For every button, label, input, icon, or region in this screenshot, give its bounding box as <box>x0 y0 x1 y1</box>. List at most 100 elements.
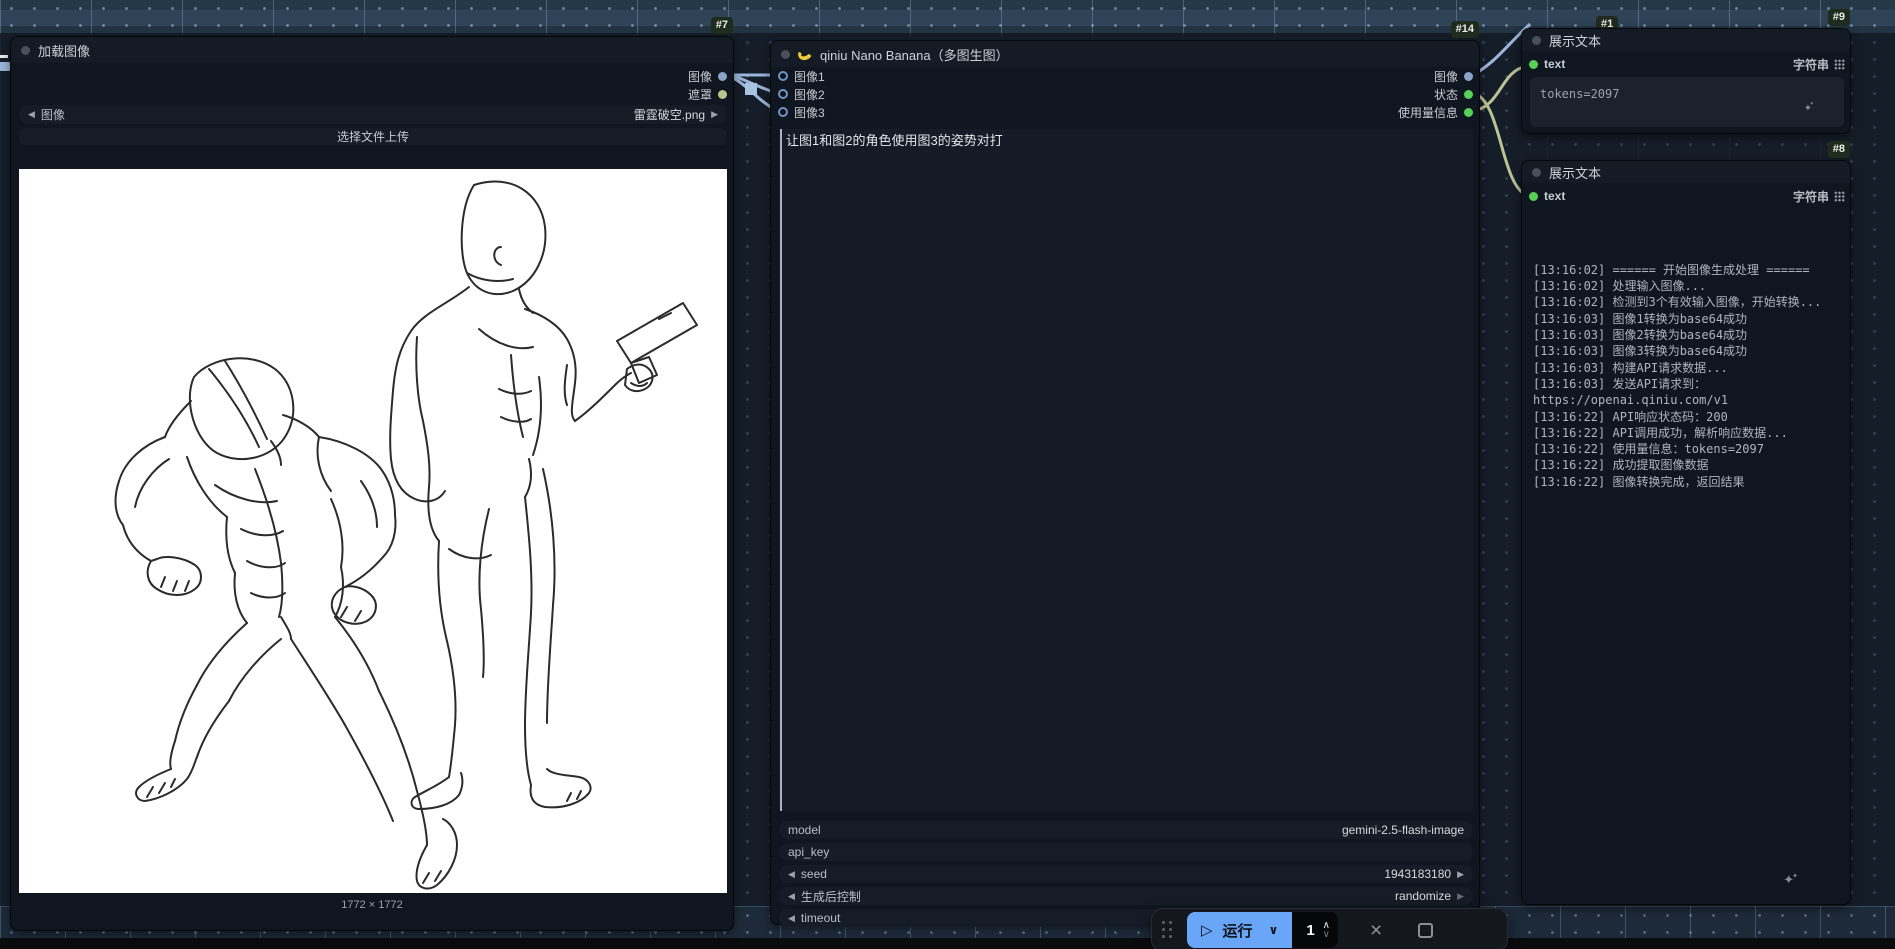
pose-drawing <box>114 180 698 890</box>
slot-label: 使用量信息 <box>1397 105 1458 120</box>
widget-label: 生成后控制 <box>800 889 861 904</box>
play-icon: ▷ <box>1201 922 1213 939</box>
input-socket-icon[interactable] <box>778 89 788 99</box>
increment-icon[interactable]: ▶ <box>1457 869 1464 880</box>
widget-label: model <box>788 823 821 837</box>
type-label-text: 字符串 <box>1792 189 1829 204</box>
log-line: [13:16:22] 图像转换完成，返回结果 <box>1533 474 1745 489</box>
cancel-button[interactable]: × <box>1370 920 1382 941</box>
batch-count-stepper[interactable]: ∧ ∨ <box>1323 921 1330 940</box>
input-slot-image2[interactable]: 图像2 <box>778 85 825 103</box>
node-canvas[interactable]: #1 #7 加载图像 图像 遮罩 ◀ 图像 雷霆破空.png ▶ 选择文件上传 <box>0 0 1895 949</box>
input-slot-image3[interactable]: 图像3 <box>778 103 825 121</box>
chevron-down-icon[interactable]: ∨ <box>1269 923 1279 937</box>
combo-label: 图像 <box>40 108 65 122</box>
stop-button[interactable] <box>1418 922 1434 938</box>
log-line: [13:16:02] ====== 开始图像生成处理 ====== <box>1533 262 1810 277</box>
slot-label: text <box>1544 57 1566 71</box>
input-slot-image1[interactable]: 图像1 <box>778 67 825 85</box>
node-title-bar[interactable]: qiniu Nano Banana（多图生图） <box>771 41 1479 67</box>
output-slot-usage[interactable]: 使用量信息 <box>1398 103 1473 121</box>
combo-prev-icon[interactable]: ◀ <box>28 109 35 120</box>
type-label: 字符串 <box>1793 188 1845 205</box>
step-down-icon[interactable]: ∨ <box>1323 930 1330 940</box>
widget-label: timeout <box>800 911 841 925</box>
image-socket-icon[interactable] <box>1464 71 1473 81</box>
slot-label: 状态 <box>1433 87 1458 102</box>
node-title-text: 加载图像 <box>38 43 91 59</box>
log-line: [13:16:22] API调用成功，解析响应数据... <box>1533 425 1788 440</box>
input-slot-text[interactable]: text 字符串 <box>1529 55 1845 73</box>
tokens-value: tokens=2097 <box>1540 87 1620 101</box>
edge-link-sliver <box>0 55 8 58</box>
seed-widget[interactable]: ◀ seed 1943183180 ▶ <box>779 865 1473 883</box>
widget-value: gemini-2.5-flash-image <box>1341 823 1464 837</box>
node-nano-banana[interactable]: #14 qiniu Nano Banana（多图生图） 图像1 图像2 图像3 … <box>770 21 1480 927</box>
increment-icon[interactable]: ▶ <box>1457 891 1464 902</box>
string-socket-icon[interactable] <box>1464 107 1473 117</box>
type-label-text: 字符串 <box>1792 57 1829 72</box>
node-id-badge: #14 <box>1450 21 1479 38</box>
image-size-label: 1772 × 1772 <box>341 899 403 911</box>
run-toolbar[interactable]: ▷ 运行 ∨ 1 ∧ ∨ × <box>1151 908 1508 949</box>
node-title-text: qiniu Nano Banana（多图生图） <box>820 47 1009 63</box>
string-socket-icon[interactable] <box>1464 89 1473 99</box>
input-slot-text[interactable]: text 字符串 <box>1529 187 1845 205</box>
output-slot-mask[interactable]: 遮罩 <box>688 85 727 103</box>
slot-label: 图像 <box>1433 69 1458 84</box>
node-title-text: 展示文本 <box>1549 165 1602 181</box>
string-socket-icon[interactable] <box>1529 191 1538 201</box>
image-socket-icon[interactable] <box>718 71 727 81</box>
node-title-bar[interactable]: 加载图像 <box>11 37 733 63</box>
decrement-icon[interactable]: ◀ <box>788 869 795 880</box>
run-button[interactable]: ▷ 运行 ∨ <box>1187 912 1293 948</box>
widget-value: randomize <box>1395 889 1452 903</box>
image-preview <box>19 169 727 893</box>
slot-label: 遮罩 <box>687 87 712 102</box>
log-line: [13:16:22] 成功提取图像数据 <box>1533 458 1709 473</box>
string-socket-icon[interactable] <box>1529 59 1538 69</box>
input-socket-icon[interactable] <box>778 107 788 117</box>
link-midpoint-dot[interactable] <box>745 83 757 95</box>
batch-count-box[interactable]: 1 ∧ ∨ <box>1292 912 1338 948</box>
collapse-dot-icon[interactable] <box>781 49 790 59</box>
prompt-text: 让图1和图2的角色使用图3的姿势对打 <box>786 133 1003 148</box>
upload-file-button[interactable]: 选择文件上传 <box>19 128 727 145</box>
output-slot-status[interactable]: 状态 <box>1434 85 1473 103</box>
type-label: 字符串 <box>1793 56 1845 73</box>
drag-handle-icon[interactable] <box>1162 921 1173 939</box>
node-title-bar[interactable]: 展示文本 <box>1522 161 1850 183</box>
sparkle-icon: ✦ <box>1783 872 1800 888</box>
output-slot-image[interactable]: 图像 <box>688 67 727 85</box>
log-line: [13:16:22] API响应状态码：200 <box>1533 409 1728 424</box>
control-after-generate-widget[interactable]: ◀ 生成后控制 randomize ▶ <box>779 887 1473 905</box>
node-show-text-log[interactable]: #8 展示文本 text 字符串 [13:16:02] ====== 开始图像生… <box>1521 141 1851 905</box>
node-show-text-tokens[interactable]: #9 展示文本 text 字符串 tokens=2097 ✦ <box>1521 9 1851 134</box>
sparkle-icon: ✦ <box>1804 100 1816 115</box>
image-file-combo[interactable]: ◀ 图像 雷霆破空.png ▶ <box>19 105 727 124</box>
combo-next-icon[interactable]: ▶ <box>711 109 718 120</box>
api-key-widget[interactable]: api_key <box>779 843 1473 861</box>
widget-value: 1943183180 <box>1384 867 1452 881</box>
node-title-bar[interactable]: 展示文本 <box>1522 29 1850 51</box>
log-line: [13:16:03] 构建API请求数据... <box>1533 360 1728 375</box>
decrement-icon[interactable]: ◀ <box>788 891 795 902</box>
node-load-image[interactable]: #7 加载图像 图像 遮罩 ◀ 图像 雷霆破空.png ▶ 选择文件上传 177… <box>10 17 734 931</box>
node-id-badge: #7 <box>710 17 733 34</box>
batch-count-value: 1 <box>1306 921 1315 939</box>
collapse-dot-icon[interactable] <box>1532 167 1541 177</box>
node-id-badge: #9 <box>1827 9 1850 26</box>
mask-socket-icon[interactable] <box>718 89 727 99</box>
output-slot-image[interactable]: 图像 <box>1434 67 1473 85</box>
prompt-textarea[interactable]: 让图1和图2的角色使用图3的姿势对打 <box>779 129 1473 811</box>
run-button-label: 运行 <box>1222 922 1253 940</box>
model-widget[interactable]: model gemini-2.5-flash-image <box>779 821 1473 839</box>
collapse-dot-icon[interactable] <box>1532 35 1541 45</box>
input-socket-icon[interactable] <box>778 71 788 81</box>
widget-label: api_key <box>788 845 830 859</box>
decrement-icon[interactable]: ◀ <box>788 913 795 924</box>
banana-icon <box>796 45 814 63</box>
slot-label: 图像2 <box>794 87 825 102</box>
link-usage <box>1472 64 1529 113</box>
collapse-dot-icon[interactable] <box>21 45 30 55</box>
